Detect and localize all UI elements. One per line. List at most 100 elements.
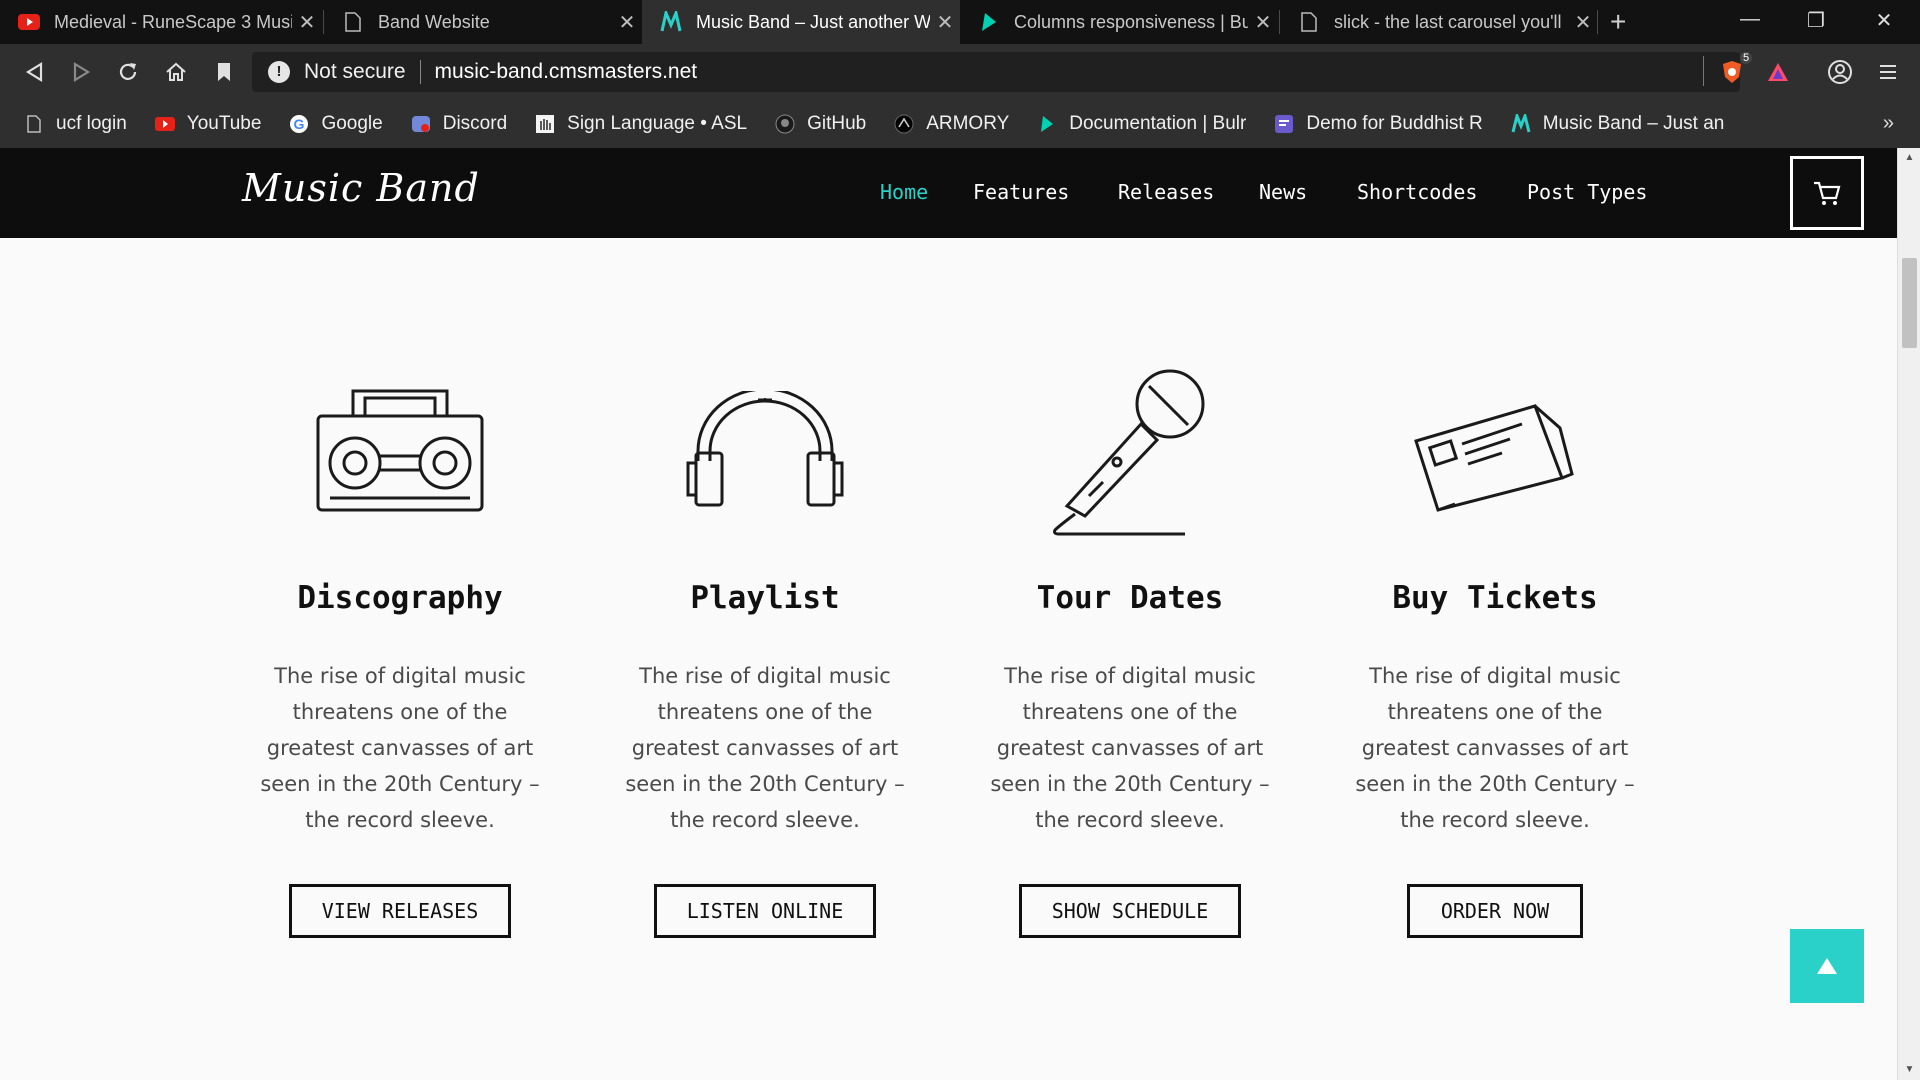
close-tab-icon[interactable]: ✕ (1568, 10, 1598, 35)
bookmark-label: Google (321, 113, 383, 134)
bookmark-label: YouTube (186, 113, 262, 134)
page-scrollbar[interactable]: ▲ ▼ (1897, 148, 1920, 1080)
microphone-icon (1053, 369, 1205, 536)
bookmark-label: Demo for Buddhist R (1306, 113, 1483, 134)
headphones-icon (686, 391, 844, 507)
tickets-icon (1414, 404, 1574, 512)
feature-title: Tour Dates (1036, 580, 1224, 616)
web-page: Music Band Home Features Releases News S… (0, 148, 1897, 1080)
close-tab-icon[interactable]: ✕ (930, 10, 960, 35)
warning-icon[interactable]: ! (268, 61, 290, 83)
new-tab-icon[interactable]: + (1610, 6, 1626, 38)
scroll-down-arrow-icon[interactable]: ▼ (1898, 1060, 1920, 1080)
asl-icon (535, 114, 555, 134)
nav-news[interactable]: News (1259, 180, 1307, 204)
bookmark-item[interactable]: G Google (289, 113, 383, 135)
google-icon: G (289, 114, 309, 134)
bookmark-item[interactable]: Documentation | Bulr (1037, 113, 1246, 135)
security-label: Not secure (304, 60, 406, 83)
site-header: Music Band Home Features Releases News S… (0, 148, 1897, 238)
nav-shortcodes[interactable]: Shortcodes (1357, 180, 1477, 204)
feature-title: Discography (297, 580, 503, 616)
nav-features[interactable]: Features (973, 180, 1069, 204)
bookmark-label: Discord (442, 113, 508, 134)
tab-title: Medieval - RuneScape 3 Musi (54, 11, 292, 32)
bulma-icon (1037, 114, 1057, 134)
back-icon[interactable] (20, 58, 48, 86)
tab-title: Columns responsiveness | Bul (1014, 11, 1248, 32)
bookmark-item[interactable]: Sign Language • ASL (535, 113, 747, 135)
bookmark-icon[interactable] (210, 58, 238, 86)
url-divider (419, 60, 421, 84)
browser-tab[interactable]: Band Website ✕ (324, 0, 642, 44)
toolbar-divider (1703, 56, 1704, 86)
discord-icon (411, 114, 431, 134)
tab-title: slick - the last carousel you'll (1334, 11, 1562, 32)
bookmark-label: Sign Language • ASL (567, 113, 748, 134)
url-text[interactable]: music-band.cmsmasters.net (435, 60, 698, 84)
bookmark-item[interactable]: ucf login (24, 113, 127, 135)
bookmark-label: ARMORY (926, 113, 1010, 134)
cart-icon (1814, 181, 1841, 205)
scroll-up-arrow-icon[interactable]: ▲ (1898, 148, 1920, 168)
address-bar[interactable]: ! Not secure music-band.cmsmasters.net (252, 52, 1740, 92)
home-icon[interactable] (162, 58, 190, 86)
close-tab-icon[interactable]: ✕ (292, 10, 322, 35)
bulma-icon (978, 11, 1000, 33)
bookmark-item[interactable]: YouTube (154, 113, 262, 135)
music-band-icon (660, 11, 682, 33)
browser-tab-strip: Medieval - RuneScape 3 Musi ✕ Band Websi… (0, 0, 1920, 44)
brave-shield-icon[interactable]: 5 (1718, 52, 1753, 86)
bookmark-label: ucf login (56, 113, 127, 134)
browser-tab[interactable]: Columns responsiveness | Bul ✕ (960, 0, 1278, 44)
nav-releases[interactable]: Releases (1118, 180, 1214, 204)
tab-title: Music Band – Just another W (696, 11, 930, 32)
nav-home[interactable]: Home (880, 180, 928, 204)
feature-description: The rise of digital music threatens one … (990, 664, 1270, 832)
bookmark-item[interactable]: Music Band – Just an (1511, 113, 1725, 135)
bookmark-label: Documentation | Bulr (1069, 113, 1247, 134)
minimize-icon[interactable]: — (1730, 8, 1770, 31)
bookmark-item[interactable]: ARMORY (894, 113, 1009, 135)
brave-rewards-icon[interactable] (1764, 58, 1792, 86)
menu-icon[interactable] (1874, 58, 1902, 86)
reload-icon[interactable] (114, 58, 142, 86)
youtube-icon (18, 11, 40, 33)
scrollbar-thumb[interactable] (1902, 258, 1917, 348)
page-icon (342, 11, 364, 33)
feature-description: The rise of digital music threatens one … (625, 664, 905, 832)
tab-separator (1597, 10, 1598, 34)
bookmark-item[interactable]: Demo for Buddhist R (1274, 113, 1483, 135)
close-window-icon[interactable]: ✕ (1864, 8, 1904, 33)
site-logo[interactable]: Music Band (242, 166, 480, 210)
profile-icon[interactable] (1826, 58, 1854, 86)
browser-tab[interactable]: Medieval - RuneScape 3 Musi ✕ (0, 0, 322, 44)
view-releases-button[interactable]: VIEW RELEASES (289, 884, 511, 938)
show-schedule-button[interactable]: SHOW SCHEDULE (1019, 884, 1241, 938)
browser-tab[interactable]: slick - the last carousel you'll ✕ (1280, 0, 1598, 44)
bookmark-label: Music Band – Just an (1542, 113, 1725, 134)
restore-window-icon[interactable]: ❐ (1796, 8, 1836, 33)
music-band-icon (1511, 114, 1531, 134)
github-icon (775, 114, 795, 134)
listen-online-button[interactable]: LISTEN ONLINE (654, 884, 876, 938)
browser-toolbar: ! Not secure music-band.cmsmasters.net 5 (0, 44, 1920, 100)
forward-icon[interactable] (68, 58, 96, 86)
armory-icon (894, 114, 914, 134)
bookmarks-bar: ucf login YouTube G Google Discord Sign … (0, 100, 1920, 148)
nav-post-types[interactable]: Post Types (1527, 180, 1647, 204)
close-tab-icon[interactable]: ✕ (1248, 10, 1278, 35)
close-tab-icon[interactable]: ✕ (612, 10, 642, 35)
boombox-icon (316, 389, 484, 512)
scroll-to-top-button[interactable] (1790, 929, 1864, 1003)
order-now-button[interactable]: ORDER NOW (1407, 884, 1583, 938)
browser-tab-active[interactable]: Music Band – Just another W ✕ (642, 0, 960, 44)
svg-text:G: G (294, 116, 305, 132)
bookmark-item[interactable]: Discord (411, 113, 507, 135)
bookmark-item[interactable]: GitHub (775, 113, 866, 135)
feature-description: The rise of digital music threatens one … (260, 664, 540, 832)
demo-icon (1274, 114, 1294, 134)
cart-button[interactable] (1790, 156, 1864, 230)
brave-badge: 5 (1740, 52, 1753, 64)
more-bookmarks-icon[interactable]: » (1883, 112, 1894, 135)
